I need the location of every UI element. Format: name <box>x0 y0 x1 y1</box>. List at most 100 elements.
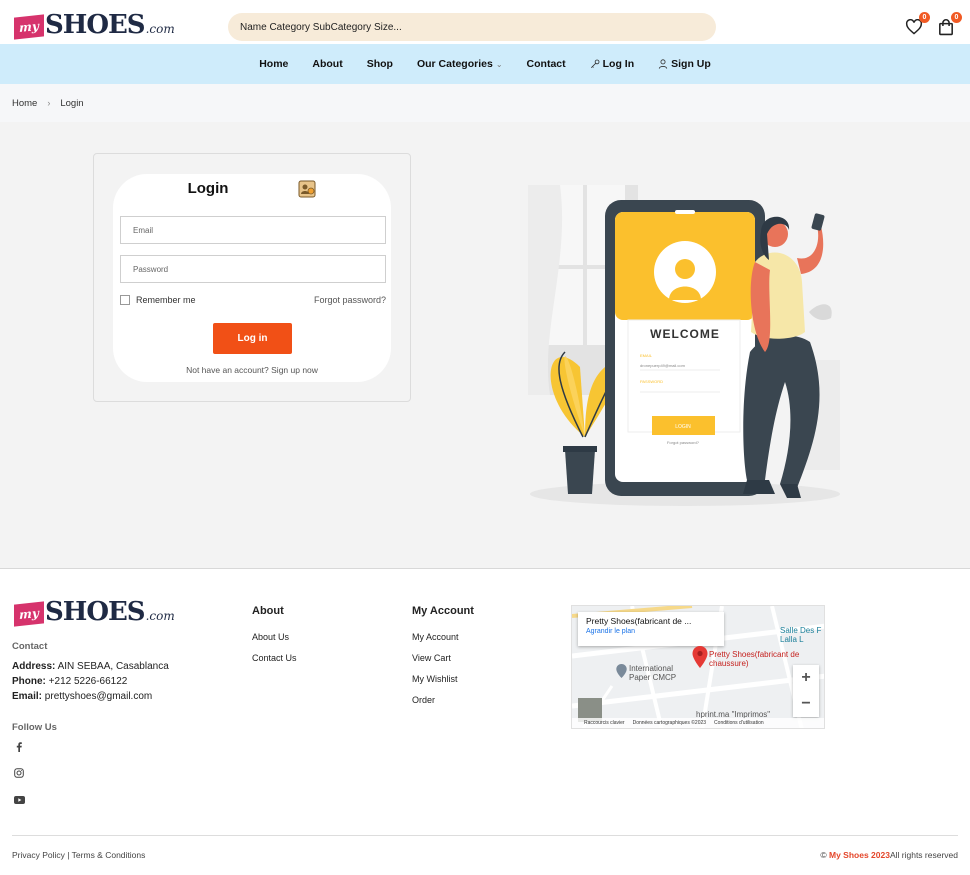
remember-me[interactable]: Remember me <box>120 295 196 305</box>
breadcrumb: Home › Login <box>0 84 970 122</box>
password-field[interactable] <box>120 255 386 283</box>
logo-suffix: .com <box>145 22 175 36</box>
login-panel: Login Remember me Forgot password? Log i… <box>93 153 411 402</box>
illustration-login-button: LOGIN <box>675 424 691 430</box>
footer-logo-suffix: .com <box>145 609 175 623</box>
footer-contact-heading: Contact <box>12 641 48 652</box>
footer-policy-links[interactable]: Privacy Policy | Terms & Conditions <box>12 850 145 860</box>
nav-login-label: Log In <box>602 58 635 70</box>
nav-contact[interactable]: Contact <box>515 58 578 70</box>
instagram-icon[interactable] <box>13 767 25 779</box>
footer-phone: Phone: +212 5226-66122 <box>12 676 127 687</box>
map-poi-icon <box>616 664 627 678</box>
footer-logo-badge: my <box>14 601 44 627</box>
follow-heading: Follow Us <box>12 722 57 733</box>
map-enlarge-link[interactable]: Agrandir le plan <box>586 628 716 635</box>
footer-copyright: © My Shoes 2023All rights reserved <box>820 850 958 860</box>
nav-home[interactable]: Home <box>247 58 300 70</box>
footer-divider <box>12 835 958 836</box>
address-value: AIN SEBAA, Casablanca <box>57 661 169 672</box>
footer-link-contact-us[interactable]: Contact Us <box>252 653 297 663</box>
footer-link-order[interactable]: Order <box>412 695 435 705</box>
nav-home-label: Home <box>259 58 289 70</box>
copyright-symbol: © <box>820 850 827 860</box>
youtube-icon[interactable] <box>13 794 25 806</box>
footer: my SHOES .com Contact Address: AIN SEBAA… <box>0 570 970 875</box>
wishlist-count-badge: 0 <box>919 12 930 23</box>
copyright-text: All rights reserved <box>889 850 958 860</box>
copyright-brand[interactable]: My Shoes 2023 <box>829 850 890 860</box>
nav-signup[interactable]: Sign Up <box>646 58 723 70</box>
footer-about-heading: About <box>252 605 284 617</box>
main-nav: Home About Shop Our Categories ⌄ Contact … <box>0 44 970 84</box>
logo-badge: my <box>14 14 44 40</box>
forgot-password-link[interactable]: Forgot password? <box>314 295 386 305</box>
login-card: Login Remember me Forgot password? Log i… <box>113 174 391 382</box>
user-icon <box>658 59 668 69</box>
breadcrumb-current: Login <box>60 97 84 109</box>
map-popup: Pretty Shoes(fabricant de ... Agrandir l… <box>578 612 724 646</box>
user-card-icon <box>298 180 316 198</box>
illustration-email-label: EMAIL <box>640 353 653 358</box>
footer-link-my-account[interactable]: My Account <box>412 632 459 642</box>
nav-categories[interactable]: Our Categories ⌄ <box>405 58 515 70</box>
footer-link-about-us[interactable]: About Us <box>252 632 289 642</box>
header-bar: my SHOES .com 0 0 <box>0 0 970 44</box>
key-icon <box>590 59 600 69</box>
map-terms[interactable]: Conditions d'utilisation <box>714 720 764 726</box>
footer-email: Email: prettyshoes@gmail.com <box>12 691 152 702</box>
wishlist-button[interactable]: 0 <box>903 12 930 38</box>
email-value[interactable]: prettyshoes@gmail.com <box>45 691 152 702</box>
chevron-down-icon: ⌄ <box>495 59 503 69</box>
cart-button[interactable]: 0 <box>935 12 962 38</box>
illustration-welcome: WELCOME <box>650 327 720 341</box>
zoom-out-button[interactable]: − <box>793 691 819 717</box>
remember-checkbox[interactable] <box>120 295 130 305</box>
address-label: Address: <box>12 661 56 672</box>
email-label: Email: <box>12 691 43 702</box>
location-map[interactable]: Pretty Shoes(fabricant de ... Agrandir l… <box>571 605 825 729</box>
search-bar[interactable] <box>228 13 716 41</box>
footer-address: Address: AIN SEBAA, Casablanca <box>12 661 169 672</box>
login-title: Login <box>187 180 229 197</box>
chevron-right-icon: › <box>47 98 51 108</box>
map-shortcuts[interactable]: Raccourcis clavier <box>584 720 625 726</box>
footer-logo[interactable]: my SHOES .com <box>14 597 175 627</box>
illustration-forgot: Forgot password? <box>667 440 700 445</box>
main-content: Login Remember me Forgot password? Log i… <box>0 122 970 569</box>
phone-label: Phone: <box>12 676 46 687</box>
cart-count-badge: 0 <box>951 12 962 23</box>
search-input[interactable] <box>240 21 704 33</box>
footer-link-wishlist[interactable]: My Wishlist <box>412 674 458 684</box>
map-attribution: Raccourcis clavier Données cartographiqu… <box>572 718 824 728</box>
nav-contact-label: Contact <box>526 58 566 70</box>
nav-shop[interactable]: Shop <box>355 58 405 70</box>
logo-name: SHOES <box>45 10 146 40</box>
nav-categories-label: Our Categories <box>416 58 493 70</box>
footer-account-heading: My Account <box>412 605 474 617</box>
map-data: Données cartographiques ©2023 <box>632 720 707 726</box>
nav-login[interactable]: Log In <box>578 58 647 70</box>
illustration-password-label: PASSWORD <box>640 379 663 384</box>
map-poi-label-2: Salle Des F Lalla L <box>780 626 822 644</box>
map-zoom-controls: + − <box>793 665 819 717</box>
nav-shop-label: Shop <box>366 58 393 70</box>
email-field[interactable] <box>120 216 386 244</box>
facebook-icon[interactable] <box>13 741 25 753</box>
breadcrumb-home[interactable]: Home <box>12 98 37 109</box>
site-logo[interactable]: my SHOES .com <box>14 10 175 40</box>
remember-label: Remember me <box>136 295 196 305</box>
map-pin-icon[interactable] <box>692 646 708 668</box>
map-poi-label: International Paper CMCP <box>629 664 677 682</box>
illustration-email-value: dronepuerp49@mail.com <box>640 363 686 368</box>
login-button[interactable]: Log in <box>213 323 292 354</box>
signup-link[interactable]: Not have an account? Sign up now <box>113 365 391 375</box>
map-popup-title: Pretty Shoes(fabricant de ... <box>586 616 692 626</box>
zoom-in-button[interactable]: + <box>793 665 819 691</box>
nav-about-label: About <box>312 58 343 70</box>
nav-signup-label: Sign Up <box>671 58 711 70</box>
footer-logo-name: SHOES <box>45 597 146 627</box>
login-illustration: WELCOME EMAIL dronepuerp49@mail.com PASS… <box>528 185 840 506</box>
footer-link-view-cart[interactable]: View Cart <box>412 653 451 663</box>
nav-about[interactable]: About <box>300 58 354 70</box>
